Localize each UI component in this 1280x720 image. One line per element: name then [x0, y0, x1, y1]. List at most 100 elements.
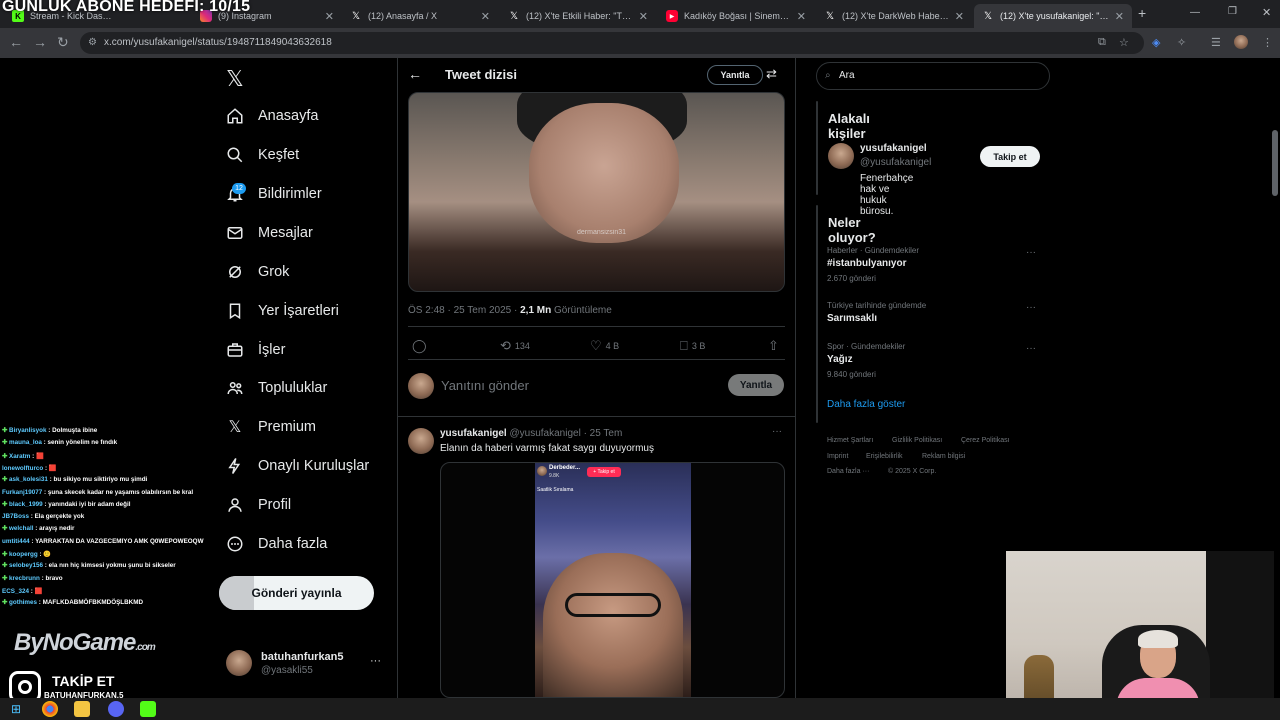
browser-tab-active[interactable]: 𝕏 (12) X'te yusufakanigel: "Derbeder ✕: [974, 4, 1132, 28]
install-app-icon[interactable]: ⧉: [1098, 36, 1106, 49]
card-title: Neler oluyor?: [828, 215, 876, 245]
back-arrow-icon[interactable]: ←: [408, 66, 422, 82]
x-logo-icon[interactable]: 𝕏: [226, 66, 244, 92]
like-action[interactable]: ♡ 4 B: [590, 338, 619, 354]
trend-name[interactable]: Sarımsaklı: [827, 313, 877, 324]
follow-cta: TAKİP ET: [52, 673, 115, 689]
retweet-action[interactable]: ⟲ 134: [500, 338, 530, 354]
person-face: [543, 553, 683, 697]
search-input[interactable]: ⌕ Ara: [816, 62, 1050, 90]
footer-link[interactable]: Gizlilik Politikası: [892, 437, 942, 444]
person-name[interactable]: yusufakanigel: [860, 143, 927, 154]
trend-more-icon[interactable]: ···: [1026, 343, 1036, 354]
chat-username: Xaratm: [9, 452, 31, 460]
profile-avatar-icon[interactable]: [1234, 35, 1248, 49]
footer-link[interactable]: Erişilebilirlik: [866, 453, 903, 460]
reply-author-handle: @yusufakanigel: [509, 428, 581, 439]
account-menu-icon[interactable]: ···: [370, 655, 381, 667]
back-icon[interactable]: ←: [9, 34, 23, 50]
close-icon[interactable]: ✕: [797, 10, 806, 23]
reply-action[interactable]: ◯: [412, 338, 431, 354]
sidebar-item-label: Mesajlar: [258, 225, 313, 241]
sidebar-item-explore[interactable]: Keşfet: [226, 140, 299, 170]
site-info-icon[interactable]: ⚙: [88, 32, 97, 54]
sidebar-item-premium[interactable]: 𝕏 Premium: [226, 412, 316, 442]
chat-message: ✚ koopergg : 🙂: [2, 550, 51, 558]
trend-name[interactable]: #istanbulyanıyor: [827, 258, 906, 269]
close-icon[interactable]: ✕: [325, 10, 334, 23]
sidebar-item-bookmarks[interactable]: Yer İşaretleri: [226, 296, 339, 326]
window-close-icon[interactable]: ✕: [1262, 6, 1271, 19]
sidebar-item-verified-orgs[interactable]: Onaylı Kuruluşlar: [226, 451, 369, 481]
sidebar-item-messages[interactable]: Mesajlar: [226, 218, 313, 248]
sidebar-item-more[interactable]: Daha fazla: [226, 529, 327, 559]
account-avatar[interactable]: [226, 650, 252, 676]
sidebar-item-grok[interactable]: Grok: [226, 257, 289, 287]
trend-name[interactable]: Yağız: [827, 354, 853, 365]
chrome-icon[interactable]: [42, 701, 58, 717]
trend-more-icon[interactable]: ···: [1026, 247, 1036, 258]
browser-tab[interactable]: 𝕏 (12) Anasayfa / X ✕: [342, 4, 498, 28]
restore-icon[interactable]: ❐: [1228, 6, 1237, 17]
filter-icon[interactable]: ⇄: [766, 66, 777, 82]
trend-meta: Spor · Gündemdekiler: [827, 342, 906, 351]
close-icon[interactable]: ✕: [1115, 10, 1124, 23]
sidebar-item-label: Bildirimler: [258, 186, 322, 202]
minimize-icon[interactable]: —: [1190, 7, 1200, 18]
chat-username: ask_kolesi31: [9, 476, 48, 484]
browser-tab[interactable]: ▶ Kadıköy Boğası | Sinema Filmi | … ✕: [658, 4, 814, 28]
extension-icon[interactable]: ◈: [1152, 36, 1160, 49]
copyright: © 2025 X Corp.: [888, 468, 937, 475]
menu-icon[interactable]: ⋮: [1262, 36, 1273, 49]
forward-icon[interactable]: →: [33, 34, 47, 50]
star-icon[interactable]: ☆: [1119, 36, 1129, 49]
footer-link[interactable]: Reklam bilgisi: [922, 453, 965, 460]
footer-link[interactable]: Hizmet Şartları: [827, 437, 873, 444]
sidebar-item-profile[interactable]: Profil: [226, 490, 291, 520]
scrollbar-thumb[interactable]: [1272, 130, 1278, 196]
address-bar[interactable]: ⚙ x.com/yusufakanigel/status/19487118490…: [80, 32, 1144, 54]
post-button[interactable]: Gönderi yayınla: [219, 576, 374, 610]
tab-search-icon[interactable]: ☰: [1211, 36, 1221, 49]
chat-badge-icon: ✚: [2, 427, 10, 434]
windows-start-icon[interactable]: ⊞: [8, 701, 24, 717]
sidebar-item-home[interactable]: Anasayfa: [226, 101, 318, 131]
trend-more-icon[interactable]: ···: [1026, 302, 1036, 313]
close-icon[interactable]: ✕: [481, 10, 490, 23]
share-action[interactable]: ⇧: [768, 338, 779, 354]
show-more-link[interactable]: Daha fazla göster: [827, 399, 905, 410]
page-title: Tweet dizisi: [445, 67, 517, 82]
footer-link[interactable]: Çerez Politikası: [961, 437, 1010, 444]
chat-username: koopergg: [9, 551, 38, 558]
chat-badge-icon: ✚: [2, 500, 10, 508]
puzzle-icon[interactable]: ✧: [1177, 36, 1186, 49]
tweet-video[interactable]: dermansizsin31: [408, 92, 785, 292]
reply-author-name[interactable]: yusufakanigel: [440, 428, 507, 439]
close-icon[interactable]: ✕: [955, 10, 964, 23]
sidebar-item-communities[interactable]: Topluluklar: [226, 373, 327, 403]
reply-header-button[interactable]: Yanıtla: [707, 65, 763, 85]
footer-link[interactable]: Daha fazla ···: [827, 468, 869, 475]
kick-icon[interactable]: [140, 701, 156, 717]
browser-tab[interactable]: 𝕏 (12) X'te Etkili Haber: "Türk vatandaş…: [500, 4, 656, 28]
reload-icon[interactable]: ↻: [57, 34, 69, 51]
discord-icon[interactable]: [108, 701, 124, 717]
footer-link[interactable]: Imprint: [827, 453, 848, 460]
reply-button[interactable]: Yanıtla: [728, 374, 784, 396]
x-logo-icon: 𝕏: [983, 10, 993, 22]
new-tab-icon[interactable]: +: [1138, 5, 1146, 21]
more-options-icon[interactable]: ···: [772, 426, 782, 437]
file-explorer-icon[interactable]: [74, 701, 90, 717]
chat-message: umtiti444 : YARRAKTAN DA VAZGECEMIYO AMK…: [2, 538, 204, 545]
browser-tab[interactable]: 𝕏 (12) X'te DarkWeb Haber: "Mustafa ✕: [816, 4, 972, 28]
avatar[interactable]: [408, 428, 434, 454]
follow-button[interactable]: Takip et: [980, 146, 1040, 167]
reply-input[interactable]: Yanıtını gönder: [441, 378, 529, 393]
avatar[interactable]: [828, 143, 854, 169]
reply-video[interactable]: Derbeder... 9.8K + Takip et Saatlik Sıra…: [440, 462, 785, 698]
sidebar-item-jobs[interactable]: İşler: [226, 335, 285, 365]
reply-button-label: Yanıtla: [739, 379, 773, 391]
close-icon[interactable]: ✕: [639, 10, 648, 23]
post-button-label: Gönderi yayınla: [251, 586, 342, 600]
bookmark-action[interactable]: ⎕ 3 B: [680, 338, 705, 354]
